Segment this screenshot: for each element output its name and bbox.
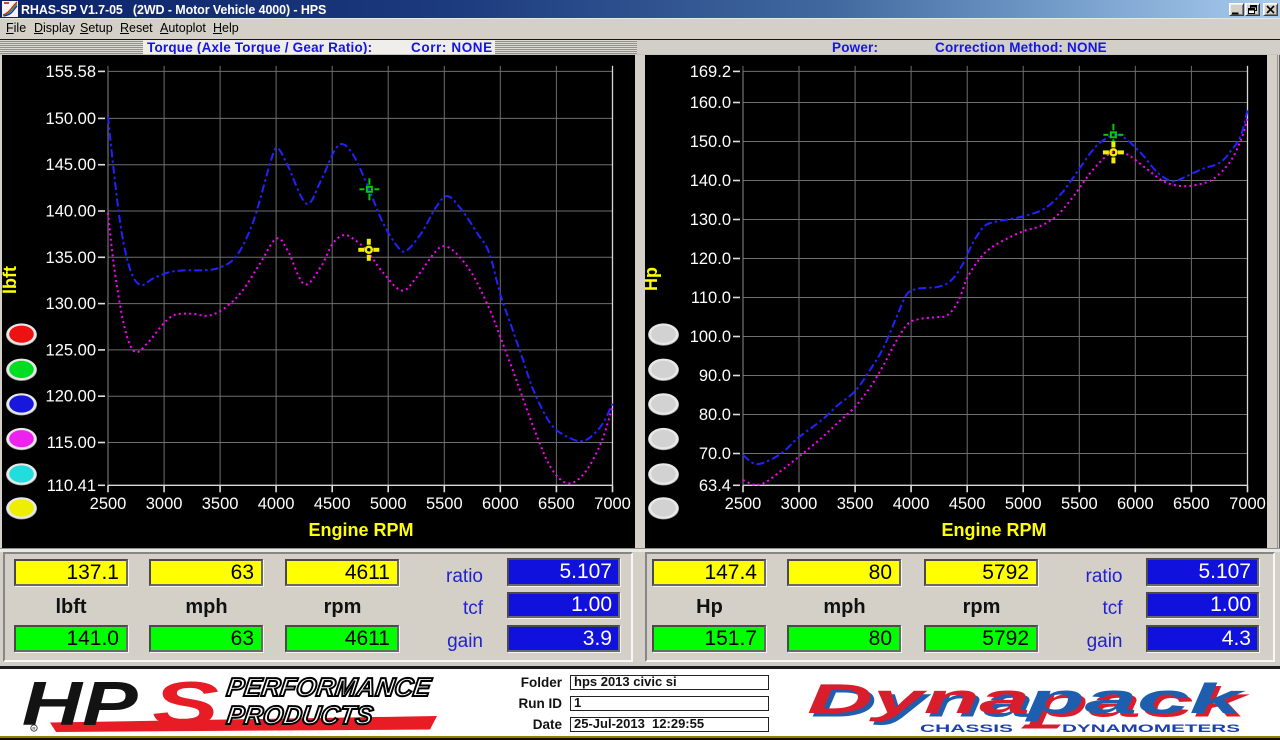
svg-text:150.0: 150.0: [690, 133, 731, 151]
svg-text:7000: 7000: [594, 495, 631, 513]
svg-text:5500: 5500: [1061, 495, 1098, 513]
svg-text:3500: 3500: [202, 495, 239, 513]
svg-text:169.2: 169.2: [690, 63, 731, 81]
svg-text:2500: 2500: [725, 495, 762, 513]
svg-text:lbft: lbft: [2, 266, 20, 294]
svg-text:3500: 3500: [837, 495, 874, 513]
svg-text:145.00: 145.00: [46, 156, 96, 174]
svg-text:5000: 5000: [370, 495, 407, 513]
svg-text:90.0: 90.0: [699, 367, 731, 385]
svg-text:Hp: Hp: [645, 267, 661, 291]
svg-text:CHASSIS: CHASSIS: [920, 723, 1013, 735]
svg-text:120.00: 120.00: [46, 388, 96, 406]
svg-text:120.0: 120.0: [690, 250, 731, 268]
svg-text:5500: 5500: [426, 495, 463, 513]
svg-text:5000: 5000: [1005, 495, 1042, 513]
svg-text:4500: 4500: [314, 495, 351, 513]
svg-text:6500: 6500: [538, 495, 575, 513]
svg-text:125.00: 125.00: [46, 341, 96, 359]
svg-text:2500: 2500: [90, 495, 127, 513]
svg-text:140.0: 140.0: [690, 172, 731, 190]
svg-text:4000: 4000: [893, 495, 930, 513]
svg-text:6000: 6000: [1117, 495, 1154, 513]
svg-text:110.41: 110.41: [47, 477, 96, 495]
svg-text:Dyna: Dyna: [807, 675, 1030, 722]
svg-text:130.0: 130.0: [690, 211, 731, 229]
svg-text:6000: 6000: [482, 495, 519, 513]
svg-text:115.00: 115.00: [47, 434, 96, 452]
svg-text:DYNAMOMETERS: DYNAMOMETERS: [1062, 723, 1240, 735]
svg-text:4500: 4500: [949, 495, 986, 513]
svg-text:70.0: 70.0: [699, 445, 731, 463]
svg-text:135.00: 135.00: [46, 249, 96, 267]
svg-text:150.00: 150.00: [46, 110, 96, 128]
svg-text:3000: 3000: [781, 495, 818, 513]
svg-text:3000: 3000: [146, 495, 183, 513]
svg-text:Engine RPM: Engine RPM: [308, 520, 413, 540]
svg-text:140.00: 140.00: [46, 203, 96, 221]
svg-text:6500: 6500: [1173, 495, 1210, 513]
svg-text:100.0: 100.0: [690, 328, 731, 346]
svg-text:155.58: 155.58: [46, 63, 96, 81]
svg-text:Engine RPM: Engine RPM: [941, 520, 1046, 540]
svg-text:pack: pack: [1025, 675, 1248, 722]
svg-text:110.0: 110.0: [691, 289, 731, 307]
svg-text:7000: 7000: [1229, 495, 1266, 513]
svg-text:S: S: [152, 670, 219, 737]
svg-text:130.00: 130.00: [46, 295, 96, 313]
svg-text:HP: HP: [22, 670, 139, 737]
svg-text:80.0: 80.0: [699, 406, 731, 424]
svg-text:63.4: 63.4: [699, 477, 731, 495]
svg-text:4000: 4000: [258, 495, 295, 513]
svg-text:160.0: 160.0: [690, 94, 731, 112]
